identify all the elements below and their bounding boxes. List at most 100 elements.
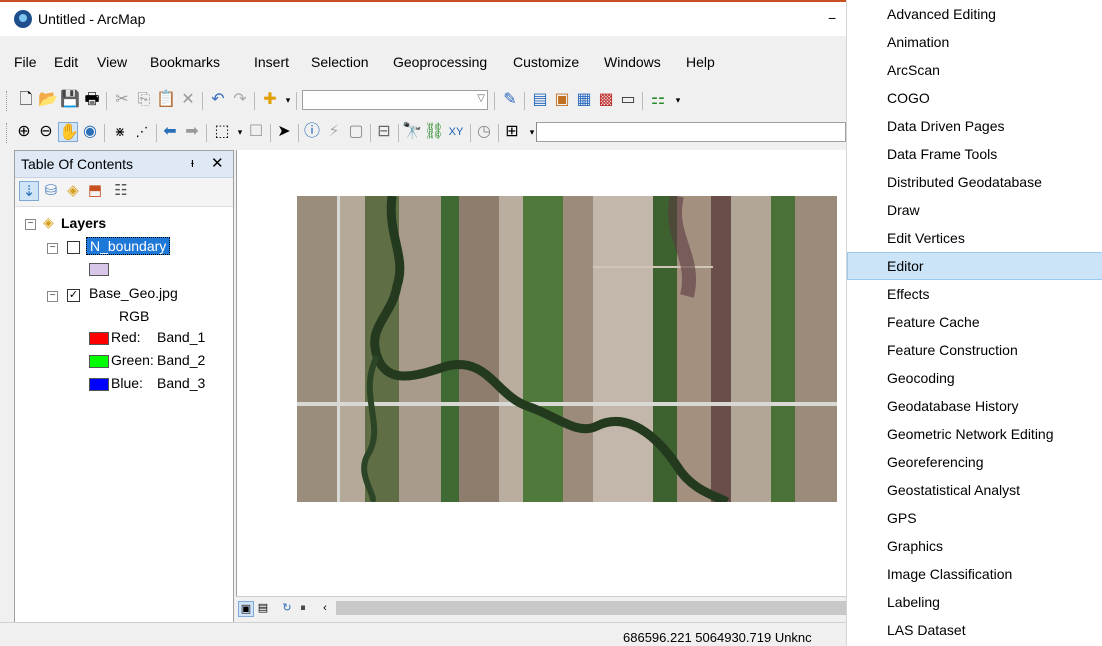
toolbar-grip[interactable] <box>6 91 10 111</box>
list-by-visibility-icon[interactable]: ◈ <box>63 181 83 201</box>
find-route-icon[interactable]: ⛓ <box>424 122 444 142</box>
menu-edit[interactable]: Edit <box>54 54 78 70</box>
paste-icon[interactable]: 📋 <box>156 90 176 110</box>
add-data-dropdown-icon[interactable]: ▾ <box>278 90 298 110</box>
hyperlink-icon[interactable]: ⚡ <box>324 122 344 142</box>
menu-view[interactable]: View <box>97 54 127 70</box>
menu-item-graphics[interactable]: Graphics <box>847 532 1102 560</box>
layers-group-label[interactable]: Layers <box>61 215 106 231</box>
data-view-button[interactable]: ▣ <box>238 601 254 617</box>
measure-icon[interactable]: ⊟ <box>374 122 394 142</box>
magnifier-icon[interactable]: ⊞ <box>502 122 522 142</box>
menu-item-editor[interactable]: Editor <box>847 252 1102 280</box>
open-folder-icon[interactable]: 📂 <box>38 90 58 110</box>
toolbar-grip[interactable] <box>6 123 10 143</box>
menu-item-animation[interactable]: Animation <box>847 28 1102 56</box>
collapse-icon[interactable]: − <box>47 243 58 254</box>
save-icon[interactable]: 💾 <box>60 90 80 110</box>
refresh-icon[interactable]: ↻ <box>280 601 294 615</box>
arctoolbox-icon[interactable]: ▩ <box>596 90 616 110</box>
list-by-source-icon[interactable]: ⛁ <box>41 181 61 201</box>
fixed-zoom-in-icon[interactable]: ⋇ <box>110 122 130 142</box>
menu-item-image-classification[interactable]: Image Classification <box>847 560 1102 588</box>
menu-item-georeferencing[interactable]: Georeferencing <box>847 448 1102 476</box>
catalog-icon[interactable]: ▣ <box>552 90 572 110</box>
menu-item-geostatistical-analyst[interactable]: Geostatistical Analyst <box>847 476 1102 504</box>
polygon-symbol-swatch[interactable] <box>89 263 109 276</box>
zoom-in-icon[interactable]: ⊕ <box>14 122 34 142</box>
list-by-drawing-order-icon[interactable]: ⇣ <box>19 181 39 201</box>
menu-item-las-dataset[interactable]: LAS Dataset <box>847 616 1102 644</box>
layout-view-button[interactable]: ▤ <box>256 601 270 615</box>
menu-bookmarks[interactable]: Bookmarks <box>150 54 220 70</box>
menu-item-data-driven-pages[interactable]: Data Driven Pages <box>847 112 1102 140</box>
redo-icon[interactable]: ↷ <box>230 90 250 110</box>
menu-item-data-frame-tools[interactable]: Data Frame Tools <box>847 140 1102 168</box>
menu-selection[interactable]: Selection <box>311 54 369 70</box>
time-slider-icon[interactable]: ◷ <box>474 122 494 142</box>
toolbar-options-icon[interactable]: ▾ <box>668 90 688 110</box>
menu-item-cogo[interactable]: COGO <box>847 84 1102 112</box>
undo-icon[interactable]: ↶ <box>208 90 228 110</box>
options-icon[interactable]: ☷ <box>111 181 131 201</box>
menu-file[interactable]: File <box>14 54 37 70</box>
menu-item-labeling[interactable]: Labeling <box>847 588 1102 616</box>
menu-customize[interactable]: Customize <box>513 54 579 70</box>
close-icon[interactable]: ✕ <box>211 154 224 172</box>
map-scrollbar[interactable]: ▣ ▤ ↻ ⏸ ‹ <box>236 596 846 618</box>
search-window-icon[interactable]: ▦ <box>574 90 594 110</box>
zoom-out-icon[interactable]: ⊖ <box>36 122 56 142</box>
menu-item-geodatabase-history[interactable]: Geodatabase History <box>847 392 1102 420</box>
cut-icon[interactable]: ✂ <box>112 90 132 110</box>
fixed-zoom-out-icon[interactable]: ⋰ <box>132 122 152 142</box>
print-icon[interactable]: 🖶 <box>82 90 102 110</box>
chevron-down-icon[interactable]: ▽ <box>477 93 485 104</box>
python-icon[interactable]: ▭ <box>618 90 638 110</box>
menu-help[interactable]: Help <box>686 54 715 70</box>
menu-item-arcscan[interactable]: ArcScan <box>847 56 1102 84</box>
clear-selection-icon[interactable]: ☐ <box>246 122 266 142</box>
model-builder-icon[interactable]: ⚏ <box>648 90 668 110</box>
identify-icon[interactable]: ⓘ <box>302 122 322 142</box>
map-display[interactable] <box>236 150 846 596</box>
scroll-left-icon[interactable]: ‹ <box>318 601 332 615</box>
collapse-icon[interactable]: − <box>47 291 58 302</box>
menu-item-feature-cache[interactable]: Feature Cache <box>847 308 1102 336</box>
full-extent-icon[interactable]: ◉ <box>80 122 100 142</box>
delete-icon[interactable]: ✕ <box>178 90 198 110</box>
pin-icon[interactable]: ᵻ <box>191 155 194 170</box>
menu-item-effects[interactable]: Effects <box>847 280 1102 308</box>
html-popup-icon[interactable]: ▢ <box>346 122 366 142</box>
back-icon[interactable]: ⬅ <box>160 122 180 142</box>
pan-icon[interactable]: ✋ <box>58 122 79 142</box>
add-data-icon[interactable]: ✚ <box>260 90 280 110</box>
copy-icon[interactable]: ⎘ <box>134 90 154 110</box>
new-document-icon[interactable]: 🗋 <box>16 90 36 110</box>
menu-insert[interactable]: Insert <box>254 54 289 70</box>
layer-visibility-checkbox[interactable]: ✓ <box>67 289 80 302</box>
select-elements-icon[interactable]: ➤ <box>274 122 294 142</box>
layer-visibility-checkbox[interactable] <box>67 241 80 254</box>
aerial-imagery-raster[interactable] <box>297 196 837 502</box>
map-scale-combo[interactable]: ▽ <box>302 90 488 110</box>
layer-name-n-boundary[interactable]: N_boundary <box>86 237 171 255</box>
toolbar-combo[interactable] <box>536 122 846 142</box>
go-to-xy-icon[interactable]: XY <box>446 122 466 142</box>
editor-toolbar-icon[interactable]: ✎ <box>500 90 520 110</box>
collapse-icon[interactable]: − <box>25 219 36 230</box>
layer-name-base-geo[interactable]: Base_Geo.jpg <box>89 285 178 301</box>
menu-item-feature-construction[interactable]: Feature Construction <box>847 336 1102 364</box>
forward-icon[interactable]: ➡ <box>182 122 202 142</box>
scroll-thumb[interactable] <box>336 601 846 615</box>
pause-drawing-icon[interactable]: ⏸ <box>296 601 310 615</box>
list-by-selection-icon[interactable]: ⬒ <box>85 181 105 201</box>
menu-item-geometric-network-editing[interactable]: Geometric Network Editing <box>847 420 1102 448</box>
menu-geoprocessing[interactable]: Geoprocessing <box>393 54 487 70</box>
menu-item-distributed-geodatabase[interactable]: Distributed Geodatabase <box>847 168 1102 196</box>
menu-item-advanced-editing[interactable]: Advanced Editing <box>847 0 1102 28</box>
menu-item-geocoding[interactable]: Geocoding <box>847 364 1102 392</box>
menu-item-edit-vertices[interactable]: Edit Vertices <box>847 224 1102 252</box>
menu-item-draw[interactable]: Draw <box>847 196 1102 224</box>
menu-windows[interactable]: Windows <box>604 54 661 70</box>
table-icon[interactable]: ▤ <box>530 90 550 110</box>
